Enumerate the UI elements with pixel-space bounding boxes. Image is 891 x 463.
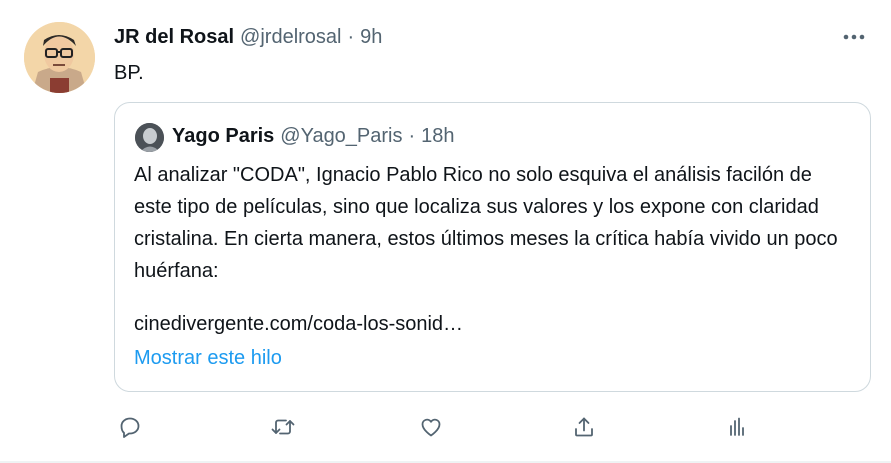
show-thread-link[interactable]: Mostrar este hilo <box>134 347 282 370</box>
tweet-header: JR del Rosal @jrdelrosal · 9h <box>114 26 382 50</box>
separator-dot: · <box>408 125 416 147</box>
share-button[interactable] <box>567 410 601 444</box>
share-icon <box>575 417 593 437</box>
analytics-button[interactable] <box>720 410 754 444</box>
separator-dot: · <box>347 26 355 48</box>
quoted-author-name[interactable]: Yago Paris <box>172 125 274 148</box>
author-handle[interactable]: @jrdelrosal <box>240 26 341 49</box>
retweet-button[interactable] <box>266 410 300 444</box>
tweet-timestamp[interactable]: 9h <box>360 26 382 49</box>
retweet-icon <box>271 419 295 435</box>
quoted-tweet-timestamp[interactable]: 18h <box>421 125 454 148</box>
more-horizontal-icon <box>843 34 865 40</box>
like-icon <box>421 418 441 437</box>
quoted-author-avatar[interactable] <box>135 123 164 152</box>
reply-icon <box>120 417 140 438</box>
tweet-text: BP. <box>114 62 144 84</box>
author-name[interactable]: JR del Rosal <box>114 26 234 49</box>
quoted-tweet-link[interactable]: cinedivergente.com/coda-los-sonid… <box>134 313 463 336</box>
quoted-tweet-card[interactable]: Yago Paris @Yago_Paris · 18h Al analizar… <box>114 102 871 392</box>
analytics-icon <box>730 417 744 436</box>
quoted-author-handle[interactable]: @Yago_Paris <box>280 125 402 148</box>
author-avatar[interactable] <box>24 22 95 93</box>
more-options-button[interactable] <box>839 22 869 52</box>
reply-button[interactable] <box>113 410 147 444</box>
quoted-tweet-header: Yago Paris @Yago_Paris · 18h <box>172 125 455 148</box>
tweet-actions-bar <box>113 410 753 446</box>
like-button[interactable] <box>414 410 448 444</box>
quoted-tweet-text: Al analizar "CODA", Ignacio Pablo Rico n… <box>134 164 838 282</box>
